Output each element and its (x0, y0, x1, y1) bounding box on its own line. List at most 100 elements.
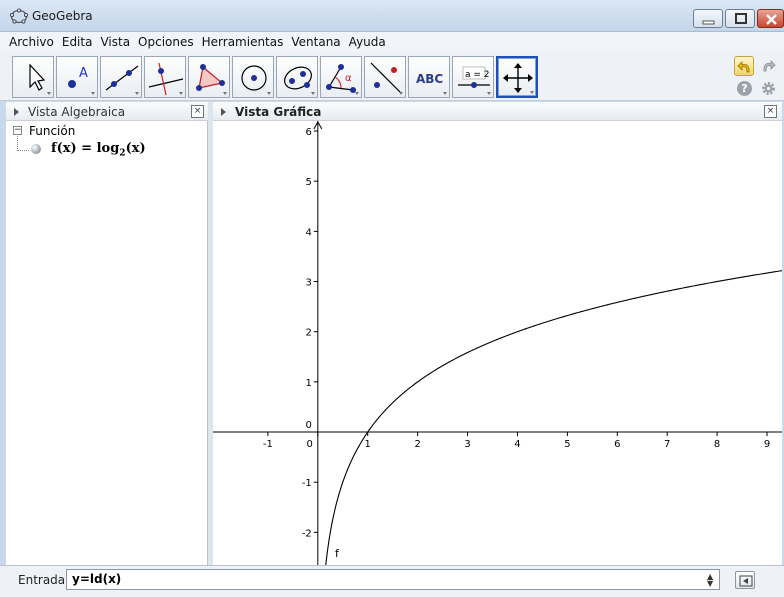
maximize-icon (735, 13, 747, 24)
menu-vista[interactable]: Vista (99, 35, 131, 49)
menu-herramientas[interactable]: Herramientas (201, 35, 285, 49)
collapse-toggle[interactable]: − (13, 126, 22, 135)
slider-icon: a = 2 (458, 66, 491, 95)
undo-icon (737, 61, 750, 73)
maximize-button[interactable] (725, 9, 755, 28)
text-tool-letters: ABC (416, 72, 443, 86)
close-icon (766, 14, 777, 25)
y-tick-label: 5 (305, 177, 311, 188)
perpendicular-line-icon (148, 62, 184, 96)
input-label: Entrada: (18, 573, 70, 587)
y-tick-label: 2 (305, 328, 311, 339)
menu-opciones[interactable]: Opciones (137, 35, 195, 49)
y-tick-label: 6 (305, 127, 311, 138)
close-window-button[interactable] (757, 9, 784, 28)
x-tick-label: 4 (514, 439, 520, 450)
x-tick-label: 1 (365, 439, 371, 450)
circle-center-point-icon (241, 65, 271, 95)
axes (213, 121, 782, 565)
text-icon: ABC (416, 72, 447, 95)
tool-text[interactable]: ABC (408, 56, 450, 98)
algebra-view-header[interactable]: Vista Algebraica × (6, 102, 208, 121)
x-tick-label: 2 (414, 439, 420, 450)
y-tick-label: 3 (305, 278, 311, 289)
ellipse-icon (284, 66, 315, 95)
function-name-part: f(x) = log (51, 141, 120, 156)
x-tick-label: 9 (764, 439, 770, 450)
visibility-toggle-icon[interactable] (31, 144, 41, 154)
settings-button[interactable] (760, 80, 777, 97)
x-tick-label: 0 (306, 439, 312, 450)
close-algebra-view-button[interactable]: × (191, 105, 204, 118)
function-argument: (x) (125, 141, 146, 156)
tool-angle[interactable]: α (320, 56, 362, 98)
graphics-canvas[interactable]: -1 0 1 2 3 4 5 6 7 8 9 -2 -1 0 1 2 3 4 5 6 f (213, 121, 782, 565)
history-spinner-icon[interactable]: ▲ ▼ (707, 573, 713, 588)
geogebra-logo-icon (10, 8, 28, 24)
x-tick-label: -1 (263, 439, 273, 450)
function-curve[interactable] (325, 270, 782, 565)
tool-slider[interactable]: a = 2 (452, 56, 494, 98)
y-tick-label: -2 (302, 528, 312, 539)
line-icon (105, 65, 139, 95)
point-tool-letter: A (79, 66, 88, 81)
tool-reflect[interactable] (364, 56, 406, 98)
algebra-view-title: Vista Algebraica (28, 105, 126, 119)
tool-ellipse[interactable] (276, 56, 318, 98)
tree-connector (17, 136, 29, 151)
tool-circle[interactable] (232, 56, 274, 98)
graphics-view[interactable]: -1 0 1 2 3 4 5 6 7 8 9 -2 -1 0 1 2 3 4 5 6 f (213, 121, 782, 565)
expand-caret-icon[interactable] (14, 108, 19, 116)
help-button[interactable]: ? (737, 81, 752, 96)
tree-group-label: Función (29, 124, 76, 138)
title-bar: GeoGebra (0, 0, 784, 32)
menu-ventana[interactable]: Ventana (290, 35, 341, 49)
virtual-keyboard-icon (739, 575, 753, 587)
y-tick-label: -1 (302, 478, 312, 489)
tool-line[interactable] (100, 56, 142, 98)
function-definition[interactable]: f(x) = log2(x) (51, 141, 146, 159)
tool-move[interactable] (12, 56, 54, 98)
redo-button[interactable] (758, 56, 778, 76)
undo-button[interactable] (734, 56, 754, 76)
tool-polygon[interactable] (188, 56, 230, 98)
x-tick-label: 3 (464, 439, 470, 450)
tool-point[interactable]: A (56, 56, 98, 98)
curve-label[interactable]: f (335, 547, 340, 560)
keyboard-button[interactable] (735, 571, 755, 589)
graphics-view-title: Vista Gráfica (235, 105, 322, 119)
menu-archivo[interactable]: Archivo (8, 35, 55, 49)
move-arrow-icon (29, 63, 51, 95)
redo-icon (763, 60, 776, 72)
tool-move-graphics[interactable] (496, 56, 538, 98)
tick-marks: -1 0 1 2 3 4 5 6 7 8 9 -2 -1 0 1 2 3 4 5 6 (263, 127, 770, 539)
y-tick-label: 1 (305, 378, 311, 389)
x-tick-label: 7 (664, 439, 670, 450)
point-icon: A (68, 66, 95, 95)
x-tick-label: 5 (564, 439, 570, 450)
slider-tool-label: a = 2 (465, 70, 490, 80)
menu-bar: Archivo Edita Vista Opciones Herramienta… (0, 32, 784, 52)
move-graphics-view-icon (503, 63, 534, 94)
toolbar: A α ABC a = 2 (0, 52, 784, 101)
command-input[interactable]: y=ld(x) (66, 569, 720, 590)
minimize-button[interactable] (693, 9, 723, 28)
x-tick-label: 8 (714, 439, 720, 450)
tool-perpendicular[interactable] (144, 56, 186, 98)
x-tick-label: 6 (614, 439, 620, 450)
minimize-icon (702, 20, 715, 25)
graphics-view-header[interactable]: Vista Gráfica × (213, 102, 782, 121)
window-title: GeoGebra (32, 9, 93, 23)
close-graphics-view-button[interactable]: × (764, 105, 777, 118)
expand-caret-icon[interactable] (221, 108, 226, 116)
menu-ayuda[interactable]: Ayuda (348, 35, 387, 49)
angle-icon: α (326, 64, 359, 95)
angle-tool-letter: α (345, 73, 352, 84)
algebra-view: − Función f(x) = log2(x) (6, 121, 208, 565)
menu-edita[interactable]: Edita (61, 35, 94, 49)
reflect-icon (370, 62, 403, 95)
input-bar: Entrada: y=ld(x) ▲ ▼ (0, 565, 784, 597)
gear-icon (762, 82, 775, 95)
polygon-icon (196, 64, 227, 95)
y-tick-label: 4 (305, 227, 311, 238)
